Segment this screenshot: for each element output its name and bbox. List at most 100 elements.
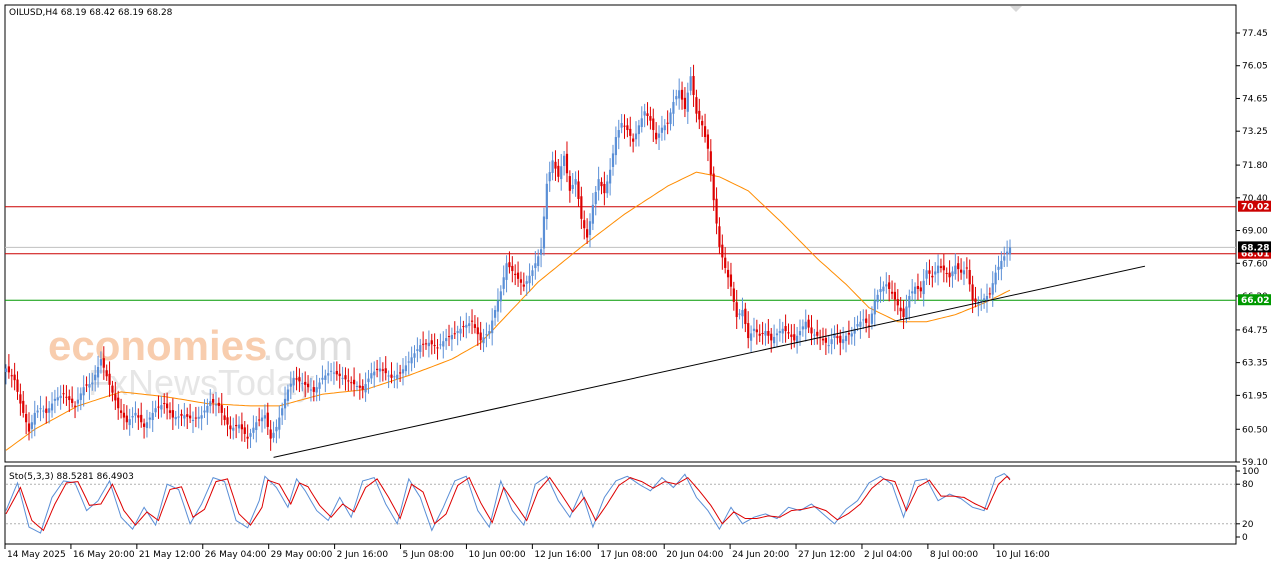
candle-body <box>882 286 885 292</box>
candle-body <box>784 326 787 332</box>
candle-body <box>603 183 606 194</box>
candle-body <box>706 134 710 149</box>
candle-body <box>151 412 154 421</box>
candle-body <box>721 244 724 258</box>
candle-body <box>91 382 94 385</box>
candle-body <box>329 370 333 372</box>
candle-body <box>649 116 652 121</box>
candle-body <box>209 401 212 407</box>
candle-body <box>951 271 954 277</box>
candle-body <box>732 288 735 302</box>
candle-body <box>482 337 485 344</box>
candle-body <box>629 128 632 136</box>
candle-body <box>249 433 252 437</box>
candle-body <box>988 293 991 295</box>
price-tick-label: 74.65 <box>1242 94 1268 104</box>
candle-body <box>703 126 707 138</box>
candle-body <box>692 76 695 95</box>
price-pane-title: OILUSD,H4 68.19 68.42 68.19 68.28 <box>9 8 173 18</box>
candle-body <box>623 125 626 127</box>
candle-body <box>983 298 986 300</box>
candle-body <box>286 389 290 401</box>
candle-body <box>695 97 698 114</box>
candle-body <box>137 415 140 418</box>
candle-body <box>493 310 497 318</box>
candle-body <box>108 373 111 385</box>
candle-body <box>327 373 330 376</box>
candle-body <box>73 405 77 407</box>
candle-body <box>206 405 209 413</box>
candle-body <box>919 287 922 292</box>
candle-body <box>577 181 580 199</box>
chart-canvas[interactable]: economies .com FxNewsToday 77.45 76.05 74.… <box>0 0 1280 567</box>
candle-body <box>214 404 218 406</box>
candle-body <box>470 320 474 322</box>
candle-body <box>223 415 226 420</box>
candle-body <box>1008 247 1012 255</box>
candle-body <box>606 181 609 194</box>
candle-body <box>217 402 220 406</box>
candle-body <box>548 172 551 182</box>
candle-body <box>306 383 310 388</box>
candle-body <box>232 427 235 431</box>
candle-body <box>626 125 629 131</box>
candle-body <box>600 181 603 187</box>
candle-body <box>94 374 97 381</box>
candle-body <box>525 281 528 284</box>
candle-body <box>258 419 261 421</box>
candle-body <box>473 324 477 328</box>
candle-body <box>934 271 937 275</box>
candle-body <box>171 410 174 418</box>
candle-body <box>140 414 143 423</box>
candle-body <box>88 384 91 388</box>
candle-body <box>27 423 31 432</box>
candle-body <box>45 408 48 413</box>
candle-body <box>462 326 465 328</box>
candle-body <box>220 405 223 413</box>
candle-body <box>62 393 65 395</box>
candle-body <box>778 331 781 333</box>
price-tick-label: 64.75 <box>1242 326 1268 336</box>
candle-body <box>516 272 520 279</box>
candle-body <box>289 383 292 387</box>
candle-body <box>568 176 571 191</box>
candle-body <box>511 265 514 272</box>
candle-body <box>266 412 269 427</box>
candle-body <box>652 118 655 131</box>
candle-body <box>488 331 491 335</box>
candle-body <box>522 284 525 287</box>
candle-body <box>364 384 367 393</box>
candle-body <box>945 272 948 274</box>
candle-body <box>913 286 917 294</box>
candle-body <box>341 377 344 379</box>
candle-body <box>842 339 845 344</box>
candle-body <box>142 423 146 427</box>
candle-body <box>491 320 494 334</box>
candle-body <box>810 327 813 334</box>
chart-window[interactable]: economies .com FxNewsToday 77.45 76.05 74.… <box>0 0 1280 567</box>
price-tick-label: 69.00 <box>1242 227 1268 237</box>
candle-body <box>752 328 756 331</box>
candle-body <box>885 284 888 287</box>
candle-body <box>436 347 439 349</box>
candle-body <box>183 415 186 419</box>
candle-body <box>908 296 911 308</box>
candle-body <box>643 111 646 116</box>
time-tick-label: 27 Jun 12:00 <box>798 550 855 560</box>
candle-body <box>528 275 531 284</box>
price-tick-label: 71.80 <box>1242 161 1268 171</box>
candle-body <box>373 371 376 376</box>
candle-body <box>36 410 39 413</box>
candle-body <box>79 393 82 400</box>
candle-body <box>39 408 42 410</box>
candle-body <box>698 110 701 120</box>
candle-body <box>324 375 327 380</box>
candle-body <box>583 220 586 229</box>
candle-body <box>401 369 405 374</box>
candle-body <box>505 263 508 280</box>
candle-body <box>560 166 563 180</box>
candle-body <box>352 379 356 385</box>
time-tick-label: 17 Jun 08:00 <box>600 550 657 560</box>
candle-body <box>657 133 661 138</box>
candle-body <box>396 374 399 380</box>
